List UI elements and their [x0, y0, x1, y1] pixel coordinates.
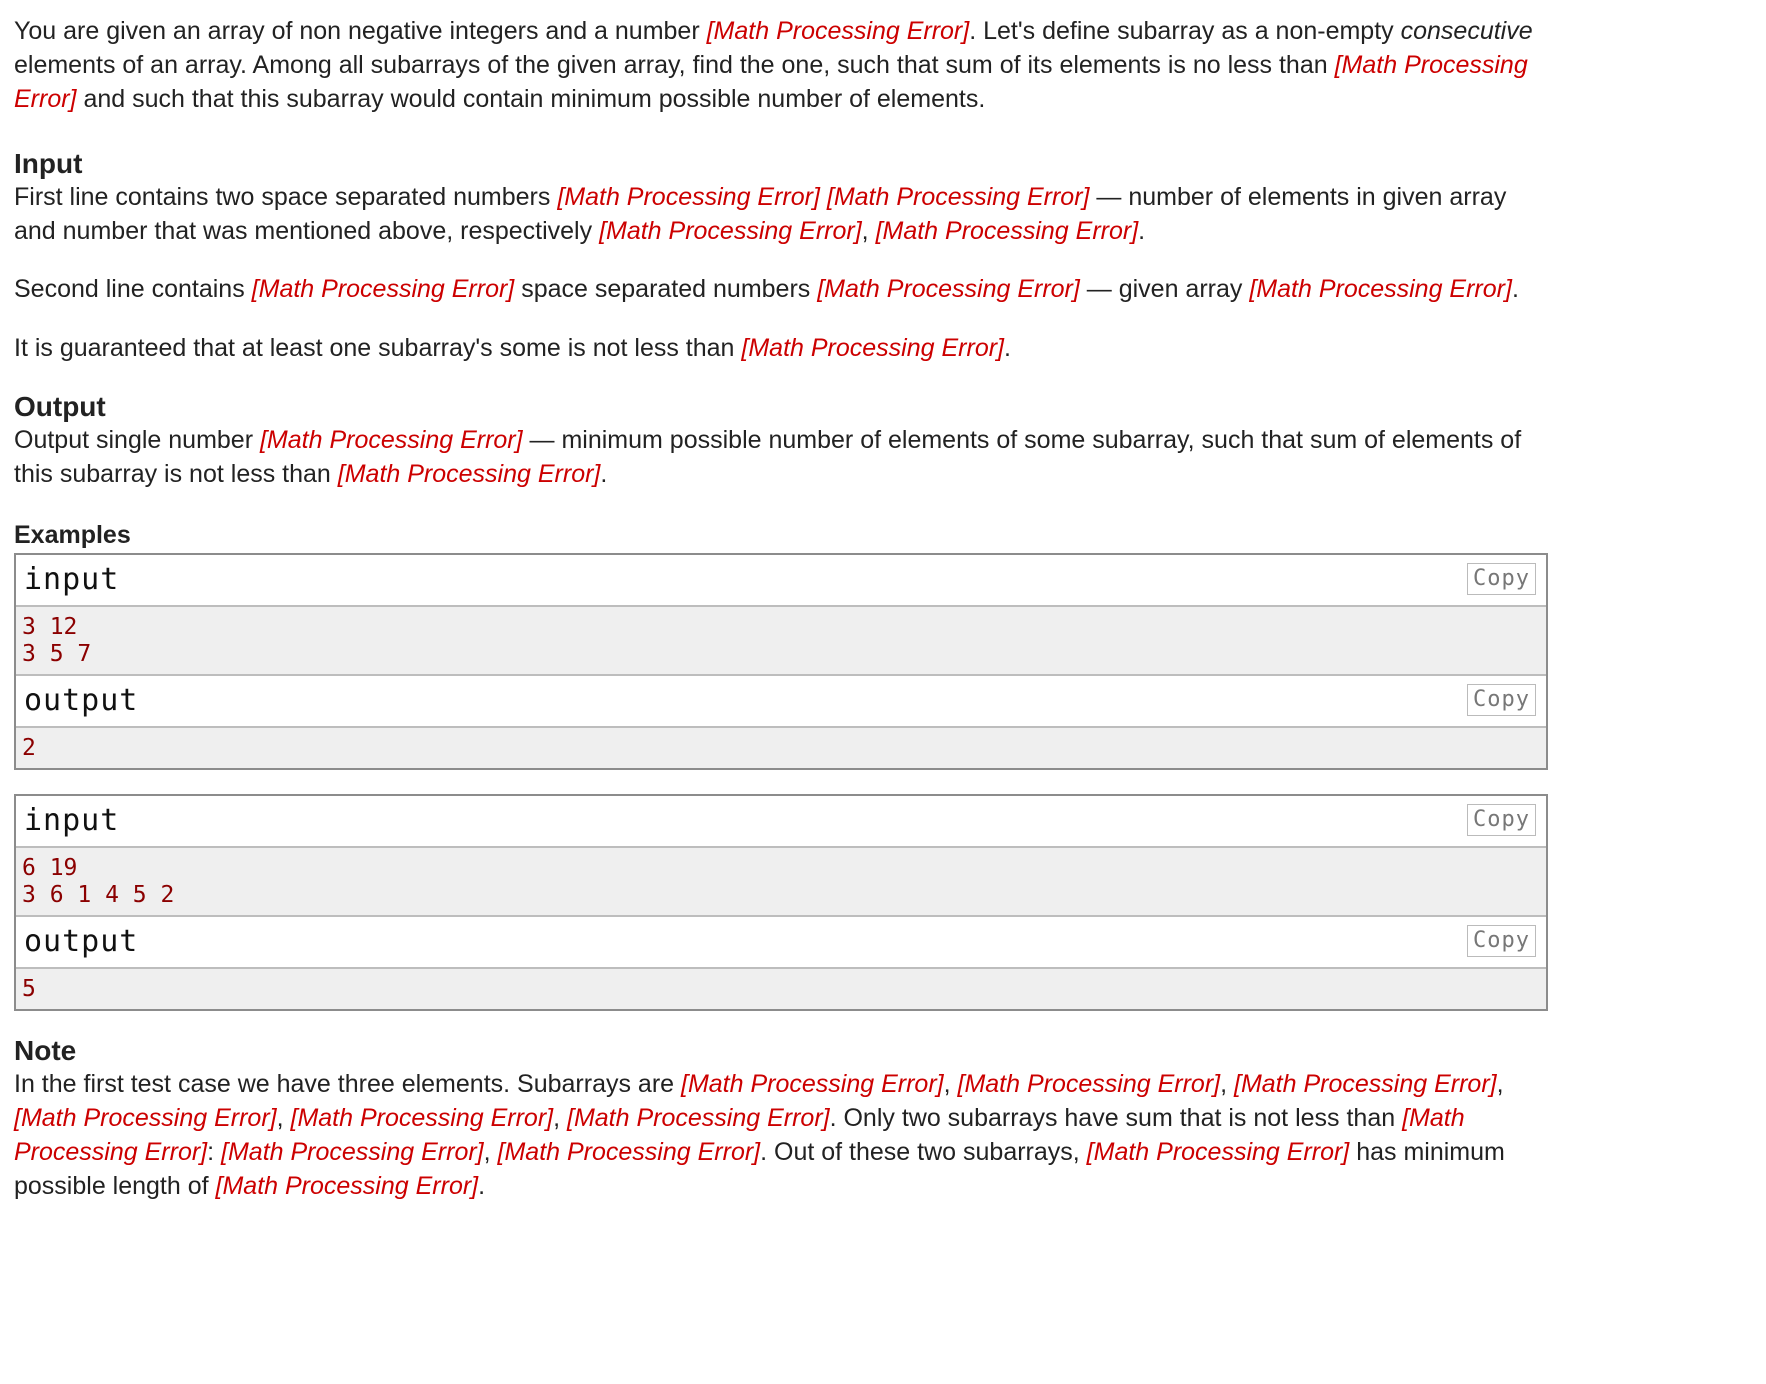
- text: .: [600, 460, 608, 488]
- example-block-1: input Copy 3 12 3 5 7 output Copy 2: [14, 553, 1548, 770]
- text: [820, 183, 827, 211]
- text: — given array: [1079, 275, 1250, 303]
- text: It is guaranteed that at least one subar…: [14, 334, 742, 362]
- math-error: [Math Processing Error]: [259, 426, 523, 454]
- math-error: [Math Processing Error]: [1086, 1138, 1350, 1166]
- problem-statement: You are given an array of non negative i…: [0, 0, 1562, 1203]
- math-error: [Math Processing Error]: [817, 275, 1080, 303]
- sample-output-header: output Copy: [16, 674, 1546, 728]
- input-specification: Input First line contains two space sepa…: [14, 148, 1548, 365]
- text: .: [1511, 275, 1519, 303]
- math-error: [Math Processing Error]: [251, 275, 515, 303]
- text: ,: [861, 217, 876, 245]
- math-error: [Math Processing Error]: [681, 1070, 944, 1098]
- output-label: output: [24, 924, 139, 959]
- math-error: [Math Processing Error]: [875, 217, 1139, 245]
- examples-heading: Examples: [14, 521, 131, 549]
- text: ,: [553, 1104, 567, 1132]
- text: Second line contains: [14, 275, 252, 303]
- copy-button[interactable]: Copy: [1467, 684, 1536, 716]
- math-error: [Math Processing Error]: [221, 1138, 484, 1166]
- text: space separated numbers: [514, 275, 818, 303]
- input-paragraph-1: First line contains two space separated …: [14, 180, 1548, 248]
- note-paragraph: In the first test case we have three ele…: [14, 1067, 1548, 1203]
- math-error: [Math Processing Error]: [1234, 1070, 1497, 1098]
- text: ,: [1220, 1070, 1234, 1098]
- note-heading: Note: [14, 1035, 77, 1066]
- math-error: [Math Processing Error]: [567, 1104, 830, 1132]
- math-error: [Math Processing Error]: [290, 1104, 554, 1132]
- text: elements of an array. Among all subarray…: [14, 51, 1335, 79]
- math-error: [Math Processing Error]: [599, 217, 862, 245]
- emphasis-text: consecutive: [1400, 17, 1533, 45]
- sample-output-header: output Copy: [16, 915, 1546, 969]
- math-error: [Math Processing Error]: [826, 183, 1090, 211]
- text: . Only two subarrays have sum that is no…: [829, 1104, 1403, 1132]
- note-section: Note In the first test case we have thre…: [14, 1035, 1548, 1203]
- text: .: [478, 1172, 486, 1200]
- math-error: [Math Processing Error]: [557, 183, 820, 211]
- sample-output-text: 5: [16, 969, 1546, 1009]
- output-heading: Output: [14, 391, 106, 422]
- text: You are given an array of non negative i…: [14, 17, 707, 45]
- output-paragraph: Output single number [Math Processing Er…: [14, 423, 1548, 491]
- text: . Out of these two subarrays,: [760, 1138, 1087, 1166]
- text: .: [1004, 334, 1011, 362]
- input-label: input: [24, 803, 120, 838]
- sample-output-text: 2: [16, 728, 1546, 768]
- math-error: [Math Processing Error]: [337, 460, 601, 488]
- text: First line contains two space separated …: [14, 183, 558, 211]
- sample-input-header: input Copy: [16, 796, 1546, 848]
- input-paragraph-3: It is guaranteed that at least one subar…: [14, 331, 1548, 365]
- math-error: [Math Processing Error]: [14, 1104, 277, 1132]
- legend-paragraph: You are given an array of non negative i…: [14, 14, 1548, 116]
- copy-button[interactable]: Copy: [1467, 925, 1536, 957]
- math-error: [Math Processing Error]: [1249, 275, 1512, 303]
- text: . Let's define subarray as a non-empty: [969, 17, 1401, 45]
- text: ,: [943, 1070, 958, 1098]
- math-error: [Math Processing Error]: [215, 1172, 479, 1200]
- example-block-2: input Copy 6 19 3 6 1 4 5 2 output Copy …: [14, 794, 1548, 1011]
- math-error: [Math Processing Error]: [957, 1070, 1221, 1098]
- math-error: [Math Processing Error]: [741, 334, 1004, 362]
- sample-input-text: 6 19 3 6 1 4 5 2: [16, 848, 1546, 915]
- input-paragraph-2: Second line contains [Math Processing Er…: [14, 272, 1548, 306]
- output-label: output: [24, 683, 139, 718]
- text: Output single number: [14, 426, 260, 454]
- text: .: [1138, 217, 1146, 245]
- text: ,: [1496, 1070, 1504, 1098]
- text: ,: [276, 1104, 291, 1132]
- text: In the first test case we have three ele…: [14, 1070, 681, 1098]
- math-error: [Math Processing Error]: [497, 1138, 761, 1166]
- input-label: input: [24, 562, 120, 597]
- math-error: [Math Processing Error]: [706, 17, 970, 45]
- text: ,: [483, 1138, 498, 1166]
- copy-button[interactable]: Copy: [1467, 563, 1536, 595]
- sample-input-text: 3 12 3 5 7: [16, 607, 1546, 674]
- text: and such that this subarray would contai…: [76, 85, 986, 113]
- sample-input-header: input Copy: [16, 555, 1546, 607]
- input-heading: Input: [14, 148, 83, 179]
- copy-button[interactable]: Copy: [1467, 804, 1536, 836]
- text: :: [207, 1138, 222, 1166]
- output-specification: Output Output single number [Math Proces…: [14, 391, 1548, 491]
